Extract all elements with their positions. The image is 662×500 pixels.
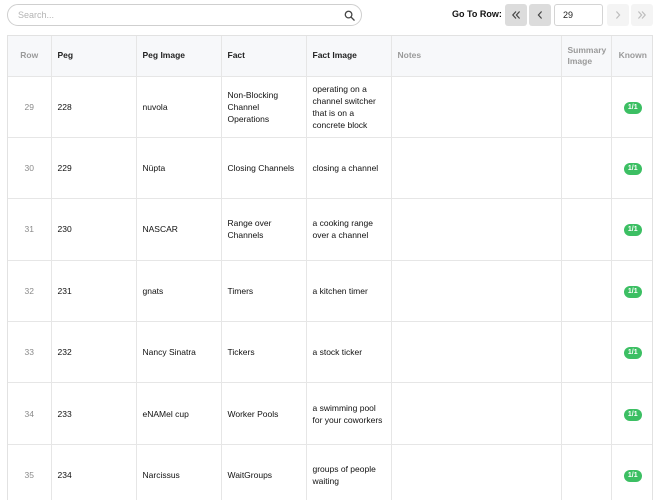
peg-image-cell[interactable]: Nancy Sinatra xyxy=(136,321,222,384)
table-row[interactable]: 31 230 NASCAR Range over Channels a cook… xyxy=(8,198,652,261)
summary-image-cell[interactable] xyxy=(561,444,612,500)
summary-image-cell[interactable] xyxy=(561,137,612,200)
search-icon[interactable] xyxy=(344,10,355,21)
known-badge[interactable]: 1/1 xyxy=(623,101,642,114)
fact-cell[interactable]: Worker Pools xyxy=(221,382,307,445)
known-badge[interactable]: 1/1 xyxy=(623,285,642,298)
peg-cell[interactable]: 232 xyxy=(51,321,137,384)
column-header-summary-image[interactable]: Summary Image xyxy=(561,36,612,77)
summary-image-cell[interactable] xyxy=(561,321,612,384)
fact-image-cell[interactable]: a swimming pool for your coworkers xyxy=(306,382,392,445)
fact-cell[interactable]: Timers xyxy=(221,260,307,323)
fact-image-cell[interactable]: a kitchen timer xyxy=(306,260,392,323)
row-number: 31 xyxy=(8,198,52,261)
notes-cell[interactable] xyxy=(391,260,562,323)
known-cell[interactable]: 1/1 xyxy=(611,137,652,200)
next-page-button[interactable] xyxy=(607,4,629,26)
peg-image-cell[interactable]: nuvola xyxy=(136,76,222,138)
peg-image-cell[interactable]: Nüpta xyxy=(136,137,222,200)
column-header-known[interactable]: Known xyxy=(611,36,652,77)
notes-cell[interactable] xyxy=(391,198,562,261)
fact-cell[interactable]: WaitGroups xyxy=(221,444,307,500)
peg-image-cell[interactable]: Narcissus xyxy=(136,444,222,500)
notes-cell[interactable] xyxy=(391,444,562,500)
peg-image-cell[interactable]: gnats xyxy=(136,260,222,323)
last-page-icon xyxy=(637,11,647,19)
fact-image-cell[interactable]: closing a channel xyxy=(306,137,392,200)
data-table: Row Peg Peg Image Fact Fact Image Notes … xyxy=(8,36,652,500)
data-table-container: Row Peg Peg Image Fact Fact Image Notes … xyxy=(7,35,653,500)
column-header-fact-image[interactable]: Fact Image xyxy=(306,36,392,77)
prev-page-button[interactable] xyxy=(529,4,551,26)
notes-cell[interactable] xyxy=(391,137,562,200)
first-page-button[interactable] xyxy=(505,4,527,26)
column-header-row[interactable]: Row xyxy=(8,36,52,77)
first-page-icon xyxy=(511,11,521,19)
fact-cell[interactable]: Range over Channels xyxy=(221,198,307,261)
known-badge[interactable]: 1/1 xyxy=(623,408,642,421)
search-box[interactable] xyxy=(7,4,362,26)
known-badge[interactable]: 1/1 xyxy=(623,470,642,483)
table-row[interactable]: 29 228 nuvola Non-Blocking Channel Opera… xyxy=(8,76,652,138)
fact-image-cell[interactable]: a cooking range over a channel xyxy=(306,198,392,261)
goto-row-input[interactable] xyxy=(554,4,603,26)
summary-image-cell[interactable] xyxy=(561,382,612,445)
row-number: 33 xyxy=(8,321,52,384)
peg-cell[interactable]: 229 xyxy=(51,137,137,200)
column-header-fact[interactable]: Fact xyxy=(221,36,307,77)
known-badge[interactable]: 1/1 xyxy=(623,163,642,176)
column-header-peg[interactable]: Peg xyxy=(51,36,137,77)
fact-image-cell[interactable]: operating on a channel switcher that is … xyxy=(306,76,392,138)
prev-page-icon xyxy=(537,11,543,19)
known-cell[interactable]: 1/1 xyxy=(611,444,652,500)
row-number: 30 xyxy=(8,137,52,200)
peg-cell[interactable]: 228 xyxy=(51,76,137,138)
next-page-icon xyxy=(615,11,621,19)
peg-cell[interactable]: 234 xyxy=(51,444,137,500)
column-header-peg-image[interactable]: Peg Image xyxy=(136,36,222,77)
table-row[interactable]: 32 231 gnats Timers a kitchen timer 1/1 xyxy=(8,260,652,323)
fact-cell[interactable]: Closing Channels xyxy=(221,137,307,200)
known-cell[interactable]: 1/1 xyxy=(611,382,652,445)
table-row[interactable]: 35 234 Narcissus WaitGroups groups of pe… xyxy=(8,444,652,500)
known-cell[interactable]: 1/1 xyxy=(611,321,652,384)
notes-cell[interactable] xyxy=(391,321,562,384)
row-number: 32 xyxy=(8,260,52,323)
peg-cell[interactable]: 230 xyxy=(51,198,137,261)
summary-image-cell[interactable] xyxy=(561,260,612,323)
search-input[interactable] xyxy=(8,5,361,25)
table-row[interactable]: 33 232 Nancy Sinatra Tickers a stock tic… xyxy=(8,321,652,384)
peg-cell[interactable]: 231 xyxy=(51,260,137,323)
fact-image-cell[interactable]: a stock ticker xyxy=(306,321,392,384)
summary-image-cell[interactable] xyxy=(561,198,612,261)
fact-image-cell[interactable]: groups of people waiting xyxy=(306,444,392,500)
notes-cell[interactable] xyxy=(391,382,562,445)
table-row[interactable]: 30 229 Nüpta Closing Channels closing a … xyxy=(8,137,652,200)
row-number: 29 xyxy=(8,76,52,138)
peg-image-cell[interactable]: eNAMel cup xyxy=(136,382,222,445)
row-number: 34 xyxy=(8,382,52,445)
goto-row-label: Go To Row: xyxy=(452,9,502,19)
known-cell[interactable]: 1/1 xyxy=(611,76,652,138)
peg-cell[interactable]: 233 xyxy=(51,382,137,445)
known-badge[interactable]: 1/1 xyxy=(623,224,642,237)
summary-image-cell[interactable] xyxy=(561,76,612,138)
row-number: 35 xyxy=(8,444,52,500)
known-cell[interactable]: 1/1 xyxy=(611,260,652,323)
known-badge[interactable]: 1/1 xyxy=(623,347,642,360)
known-cell[interactable]: 1/1 xyxy=(611,198,652,261)
table-row[interactable]: 34 233 eNAMel cup Worker Pools a swimmin… xyxy=(8,382,652,445)
fact-cell[interactable]: Non-Blocking Channel Operations xyxy=(221,76,307,138)
notes-cell[interactable] xyxy=(391,76,562,138)
peg-image-cell[interactable]: NASCAR xyxy=(136,198,222,261)
fact-cell[interactable]: Tickers xyxy=(221,321,307,384)
table-header-row: Row Peg Peg Image Fact Fact Image Notes … xyxy=(8,36,652,77)
column-header-notes[interactable]: Notes xyxy=(391,36,562,77)
last-page-button[interactable] xyxy=(631,4,653,26)
